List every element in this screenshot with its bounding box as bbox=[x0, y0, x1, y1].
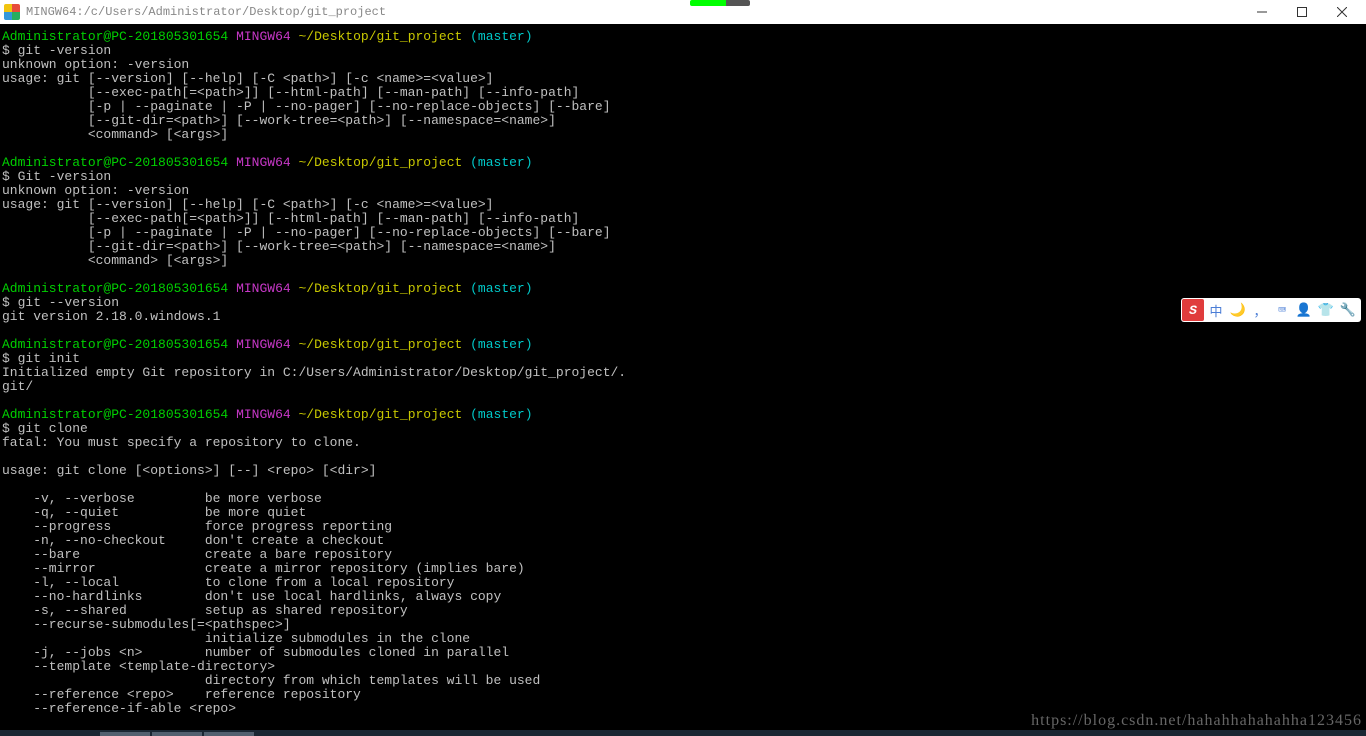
prompt-path: ~/Desktop/git_project bbox=[298, 29, 462, 44]
prompt-line: Administrator@PC-201805301654 MINGW64 ~/… bbox=[2, 338, 1364, 352]
command-line: $ git -version bbox=[2, 44, 1364, 58]
prompt-userhost: Administrator@PC-201805301654 bbox=[2, 407, 228, 422]
prompt-line: Administrator@PC-201805301654 MINGW64 ~/… bbox=[2, 156, 1364, 170]
prompt-branch: (master) bbox=[470, 29, 532, 44]
prompt-line: Administrator@PC-201805301654 MINGW64 ~/… bbox=[2, 30, 1364, 44]
ime-user-icon[interactable]: 👤 bbox=[1294, 300, 1314, 320]
activity-indicator bbox=[690, 0, 750, 6]
prompt-path: ~/Desktop/git_project bbox=[298, 155, 462, 170]
ime-toolbar[interactable]: S 中 🌙 ， ⌨ 👤 👕 🔧 bbox=[1181, 298, 1361, 322]
prompt-userhost: Administrator@PC-201805301654 bbox=[2, 155, 228, 170]
output-block: fatal: You must specify a repository to … bbox=[2, 436, 1364, 716]
output-block: unknown option: -version usage: git [--v… bbox=[2, 184, 1364, 268]
prompt-path: ~/Desktop/git_project bbox=[298, 407, 462, 422]
blank-line bbox=[2, 142, 1364, 156]
taskbar[interactable] bbox=[0, 730, 1366, 736]
ime-moon-icon[interactable]: 🌙 bbox=[1228, 300, 1248, 320]
prompt-line: Administrator@PC-201805301654 MINGW64 ~/… bbox=[2, 408, 1364, 422]
prompt-line: Administrator@PC-201805301654 MINGW64 ~/… bbox=[2, 282, 1364, 296]
window-controls bbox=[1242, 0, 1362, 24]
terminal[interactable]: Administrator@PC-201805301654 MINGW64 ~/… bbox=[0, 24, 1366, 736]
window-title: MINGW64:/c/Users/Administrator/Desktop/g… bbox=[26, 5, 1242, 19]
prompt-path: ~/Desktop/git_project bbox=[298, 337, 462, 352]
ime-settings-icon[interactable]: 🔧 bbox=[1338, 300, 1358, 320]
output-block: git version 2.18.0.windows.1 bbox=[2, 310, 1364, 324]
maximize-button[interactable] bbox=[1282, 0, 1322, 24]
prompt-env: MINGW64 bbox=[236, 29, 291, 44]
taskbar-item[interactable] bbox=[152, 732, 202, 736]
prompt-branch: (master) bbox=[470, 407, 532, 422]
prompt-branch: (master) bbox=[470, 337, 532, 352]
blank-line bbox=[2, 324, 1364, 338]
prompt-env: MINGW64 bbox=[236, 407, 291, 422]
ime-lang-icon[interactable]: 中 bbox=[1206, 300, 1226, 320]
prompt-userhost: Administrator@PC-201805301654 bbox=[2, 281, 228, 296]
prompt-path: ~/Desktop/git_project bbox=[298, 281, 462, 296]
output-block: Initialized empty Git repository in C:/U… bbox=[2, 366, 1364, 394]
prompt-env: MINGW64 bbox=[236, 337, 291, 352]
command-line: $ Git -version bbox=[2, 170, 1364, 184]
minimize-button[interactable] bbox=[1242, 0, 1282, 24]
prompt-branch: (master) bbox=[470, 281, 532, 296]
command-line: $ git init bbox=[2, 352, 1364, 366]
prompt-userhost: Administrator@PC-201805301654 bbox=[2, 337, 228, 352]
command-line: $ git --version bbox=[2, 296, 1364, 310]
prompt-branch: (master) bbox=[470, 155, 532, 170]
ime-logo-icon[interactable]: S bbox=[1182, 299, 1204, 321]
ime-keyboard-icon[interactable]: ⌨ bbox=[1272, 300, 1292, 320]
ime-skin-icon[interactable]: 👕 bbox=[1316, 300, 1336, 320]
close-button[interactable] bbox=[1322, 0, 1362, 24]
prompt-env: MINGW64 bbox=[236, 281, 291, 296]
prompt-env: MINGW64 bbox=[236, 155, 291, 170]
watermark: https://blog.csdn.net/hahahhahahahha1234… bbox=[1031, 712, 1362, 730]
output-block: unknown option: -version usage: git [--v… bbox=[2, 58, 1364, 142]
taskbar-item[interactable] bbox=[100, 732, 150, 736]
taskbar-item[interactable] bbox=[204, 732, 254, 736]
blank-line bbox=[2, 394, 1364, 408]
titlebar: MINGW64:/c/Users/Administrator/Desktop/g… bbox=[0, 0, 1366, 24]
command-line: $ git clone bbox=[2, 422, 1364, 436]
ime-punct-icon[interactable]: ， bbox=[1250, 300, 1270, 320]
app-icon bbox=[4, 4, 20, 20]
blank-line bbox=[2, 268, 1364, 282]
prompt-userhost: Administrator@PC-201805301654 bbox=[2, 29, 228, 44]
